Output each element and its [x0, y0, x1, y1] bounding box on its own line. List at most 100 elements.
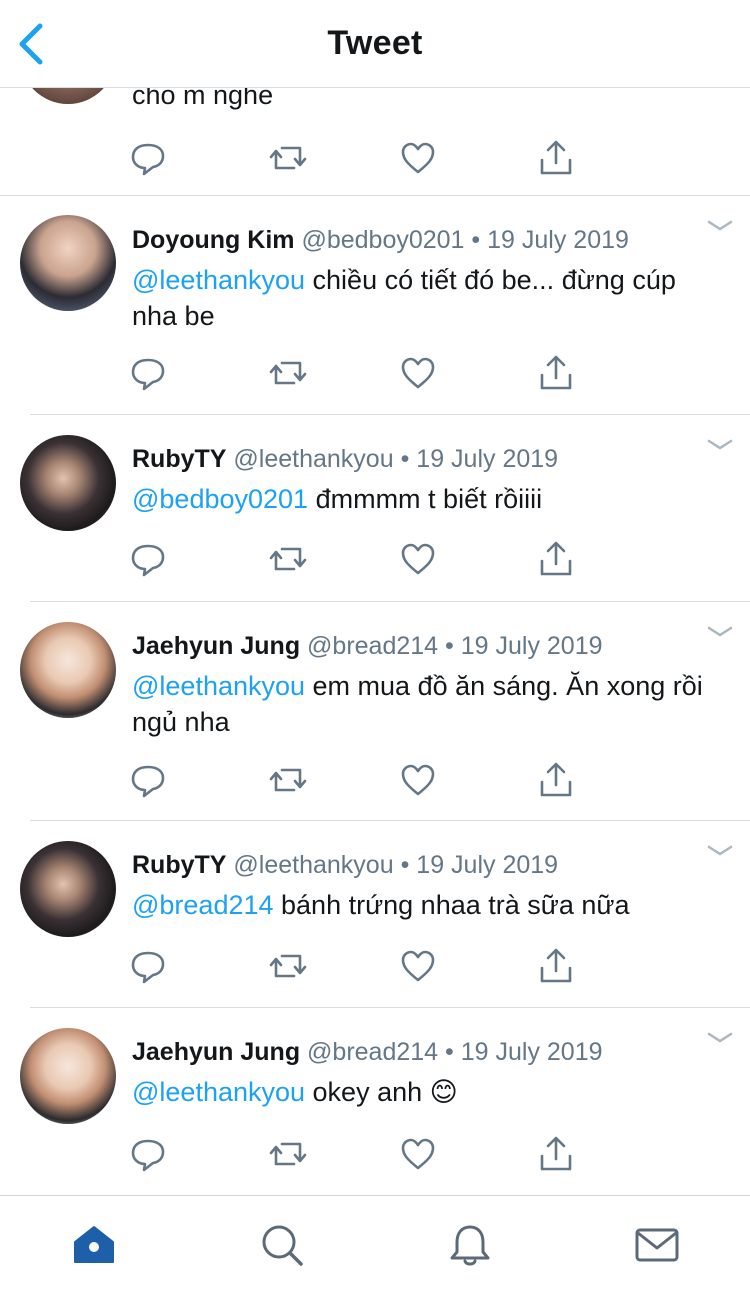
previous-tweet[interactable]: cho m nghe: [0, 88, 750, 196]
tweet-actions: [0, 760, 750, 800]
retweet-button[interactable]: [268, 353, 308, 393]
share-icon: [536, 353, 576, 393]
mention-link[interactable]: @leethankyou: [132, 1077, 305, 1107]
tweet-menu-button[interactable]: [706, 218, 734, 234]
chevron-down-icon: [706, 624, 734, 640]
display-name[interactable]: RubyTY: [132, 445, 226, 473]
user-handle: @bedboy0201: [301, 226, 465, 254]
share-icon: [536, 1134, 576, 1174]
user-handle: @leethankyou: [233, 851, 394, 879]
retweet-icon: [268, 539, 308, 579]
reply-button[interactable]: [128, 760, 168, 800]
share-button[interactable]: [536, 760, 576, 800]
heart-icon: [398, 760, 438, 800]
tab-messages[interactable]: [634, 1222, 680, 1268]
reply-icon: [128, 1134, 168, 1174]
tweet-date: 19 July 2019: [460, 632, 603, 660]
like-button[interactable]: [398, 760, 438, 800]
tweet-actions: [0, 138, 750, 178]
tweet[interactable]: RubyTY @leethankyou • 19 July 2019 @brea…: [0, 821, 750, 1008]
display-name[interactable]: Doyoung Kim: [132, 226, 295, 254]
reply-icon: [128, 539, 168, 579]
tweet-header: Jaehyun Jung @bread214 • 19 July 2019: [132, 632, 603, 661]
reply-icon: [128, 138, 168, 178]
display-name[interactable]: Jaehyun Jung: [132, 1038, 300, 1066]
reply-button[interactable]: [128, 138, 168, 178]
reply-button[interactable]: [128, 353, 168, 393]
tweet-date: 19 July 2019: [460, 1038, 603, 1066]
tweet-menu-button[interactable]: [706, 437, 734, 453]
retweet-icon: [268, 946, 308, 986]
separator-dot: •: [471, 226, 481, 254]
tweet[interactable]: Jaehyun Jung @bread214 • 19 July 2019 @l…: [0, 602, 750, 821]
mention-link[interactable]: @bread214: [132, 890, 274, 920]
chevron-down-icon: [706, 1030, 734, 1046]
retweet-button[interactable]: [268, 1134, 308, 1174]
tweet[interactable]: Doyoung Kim @bedboy0201 • 19 July 2019 @…: [0, 196, 750, 415]
display-name[interactable]: RubyTY: [132, 851, 226, 879]
tweet[interactable]: RubyTY @leethankyou • 19 July 2019 @bedb…: [0, 415, 750, 602]
user-handle: @bread214: [307, 632, 439, 660]
avatar[interactable]: [20, 88, 116, 104]
reply-icon: [128, 760, 168, 800]
reply-button[interactable]: [128, 946, 168, 986]
avatar-doyoung[interactable]: [20, 215, 116, 311]
avatar-jaehyun[interactable]: [20, 622, 116, 718]
tweet-text: @leethankyou chiều có tiết đó be... đừng…: [132, 262, 717, 334]
retweet-icon: [268, 138, 308, 178]
tweet-menu-button[interactable]: [706, 843, 734, 859]
chevron-down-icon: [706, 218, 734, 234]
share-icon: [536, 946, 576, 986]
tab-notifications[interactable]: [447, 1222, 493, 1268]
retweet-button[interactable]: [268, 539, 308, 579]
like-button[interactable]: [398, 353, 438, 393]
reply-button[interactable]: [128, 1134, 168, 1174]
tweet-text: @leethankyou okey anh 😊: [132, 1074, 717, 1110]
avatar-rubyty[interactable]: [20, 841, 116, 937]
like-button[interactable]: [398, 138, 438, 178]
tweet-date: 19 July 2019: [416, 851, 559, 879]
user-handle: @bread214: [307, 1038, 439, 1066]
search-icon: [259, 1222, 305, 1268]
share-button[interactable]: [536, 1134, 576, 1174]
display-name[interactable]: Jaehyun Jung: [132, 632, 300, 660]
tweet[interactable]: Jaehyun Jung @bread214 • 19 July 2019 @l…: [0, 1008, 750, 1195]
reply-button[interactable]: [128, 539, 168, 579]
mail-icon: [634, 1222, 680, 1268]
heart-icon: [398, 1134, 438, 1174]
share-button[interactable]: [536, 353, 576, 393]
share-icon: [536, 539, 576, 579]
tweet-text: cho m nghe: [132, 88, 274, 110]
tab-home[interactable]: [71, 1222, 117, 1268]
avatar-rubyty[interactable]: [20, 435, 116, 531]
share-button[interactable]: [536, 539, 576, 579]
tweet-body: đmmmm t biết rồiiii: [308, 484, 543, 514]
heart-icon: [398, 138, 438, 178]
separator-dot: •: [445, 1038, 454, 1066]
tweet-date: 19 July 2019: [487, 226, 629, 254]
reply-icon: [128, 353, 168, 393]
retweet-icon: [268, 353, 308, 393]
share-button[interactable]: [536, 138, 576, 178]
like-button[interactable]: [398, 946, 438, 986]
mention-link[interactable]: @leethankyou: [132, 671, 305, 701]
share-button[interactable]: [536, 946, 576, 986]
tweet-menu-button[interactable]: [706, 624, 734, 640]
like-button[interactable]: [398, 1134, 438, 1174]
tweet-menu-button[interactable]: [706, 1030, 734, 1046]
tab-search[interactable]: [259, 1222, 305, 1268]
reply-thread[interactable]: cho m nghe Doyoung Kim @bedboy0201 • 19 …: [0, 88, 750, 1195]
separator-dot: •: [400, 851, 410, 879]
mention-link[interactable]: @leethankyou: [132, 265, 305, 295]
retweet-icon: [268, 1134, 308, 1174]
avatar-jaehyun[interactable]: [20, 1028, 116, 1124]
retweet-button[interactable]: [268, 138, 308, 178]
tweet-body: bánh trứng nhaa trà sữa nữa: [273, 890, 630, 920]
retweet-button[interactable]: [268, 946, 308, 986]
like-button[interactable]: [398, 539, 438, 579]
tweet-text: @leethankyou em mua đồ ăn sáng. Ăn xong …: [132, 668, 717, 740]
tweet-header: Jaehyun Jung @bread214 • 19 July 2019: [132, 1038, 603, 1067]
tab-bar: [0, 1195, 750, 1293]
retweet-button[interactable]: [268, 760, 308, 800]
mention-link[interactable]: @bedboy0201: [132, 484, 308, 514]
